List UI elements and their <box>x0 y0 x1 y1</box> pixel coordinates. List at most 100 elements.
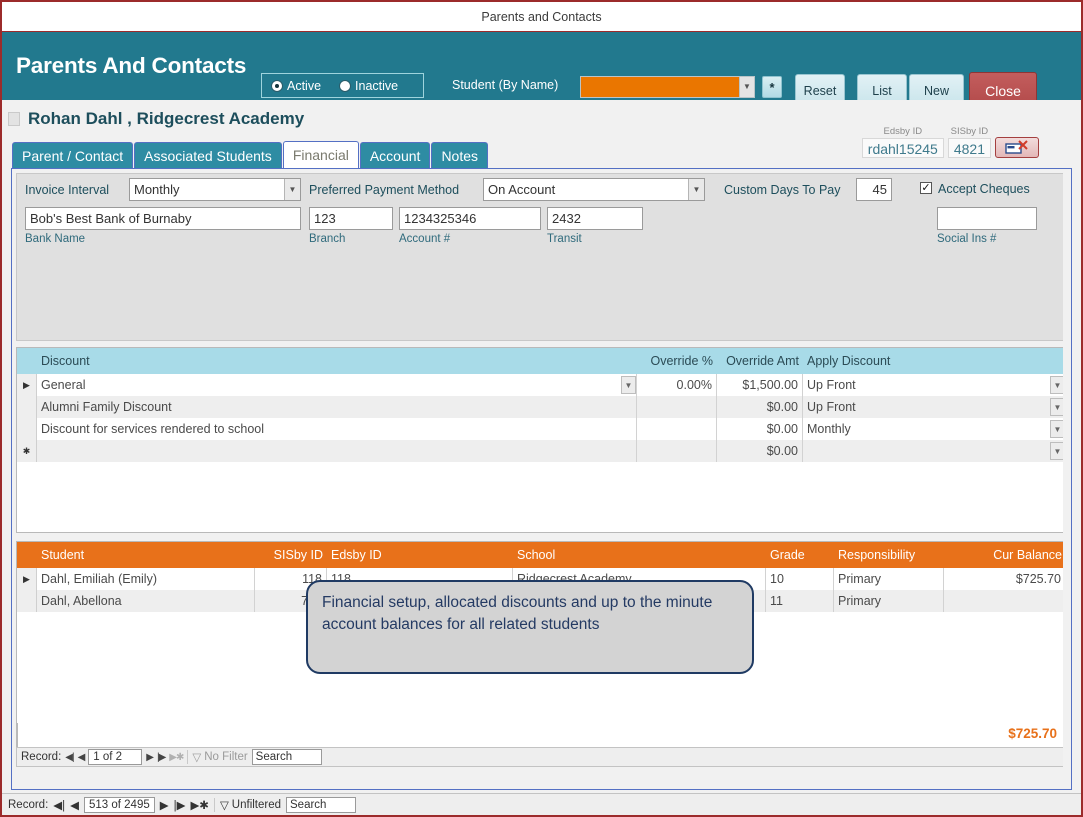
cell-discount[interactable]: General ▼ <box>37 374 637 396</box>
chevron-down-icon[interactable]: ▼ <box>621 376 636 394</box>
asterisk-button[interactable]: * <box>762 76 782 98</box>
tab-financial[interactable]: Financial <box>282 141 359 168</box>
cell-discount[interactable]: Discount for services rendered to school <box>37 418 637 440</box>
tab-parent-contact[interactable]: Parent / Contact <box>12 142 134 168</box>
cell-discount[interactable] <box>37 440 637 462</box>
cell-override-pct[interactable] <box>637 418 717 440</box>
new-record-icon[interactable]: ▶✱ <box>190 798 208 812</box>
custom-days-input[interactable]: 45 <box>856 178 892 201</box>
cell-apply-discount[interactable]: Up Front ▼ <box>803 374 1066 396</box>
cell-override-pct[interactable]: 0.00% <box>637 374 717 396</box>
chevron-down-icon[interactable]: ▼ <box>284 179 300 200</box>
cell-apply-discount[interactable]: Up Front ▼ <box>803 396 1066 418</box>
cell-override-amt[interactable]: $0.00 <box>717 440 803 462</box>
cell-apply-discount[interactable]: ▼ <box>803 440 1066 462</box>
cell-override-pct[interactable] <box>637 396 717 418</box>
col-sisby-id: SISby ID <box>273 548 323 562</box>
row-selector[interactable] <box>17 396 37 418</box>
inner-record-position[interactable]: 1 of 2 <box>88 749 143 765</box>
app-header: Parents And Contacts Find a Parent /Cont… <box>2 32 1081 128</box>
tab-associated-students[interactable]: Associated Students <box>134 142 282 168</box>
row-selector[interactable] <box>17 418 37 440</box>
table-row[interactable]: ▶ General ▼ 0.00% $1,500.00 Up Front ▼ <box>17 374 1066 396</box>
cell-override-amt[interactable]: $1,500.00 <box>717 374 803 396</box>
cell-discount[interactable]: Alumni Family Discount <box>37 396 637 418</box>
delete-record-button[interactable] <box>995 137 1039 158</box>
status-filter-status[interactable]: ▽ Unfiltered <box>220 798 281 812</box>
status-record-position[interactable]: 513 of 2495 <box>83 796 155 813</box>
account-number-input[interactable]: 1234325346 <box>399 207 541 230</box>
tab-notes[interactable]: Notes <box>431 142 489 168</box>
transit-label: Transit <box>547 233 582 245</box>
window-title: Parents and Contacts <box>481 9 602 24</box>
id-block: Edsby ID rdahl15245 SISby ID 4821 <box>861 126 1039 158</box>
chevron-down-icon[interactable]: ▼ <box>739 77 754 97</box>
tab-label: Associated Students <box>144 147 272 164</box>
invoice-interval-label: Invoice Interval <box>25 183 110 197</box>
first-record-icon[interactable]: ◀| <box>53 798 65 812</box>
subform-record-navigator: Record: ◀| ◀ 1 of 2 ▶ |▶ ▶✱ ▽ No Filter … <box>16 747 1067 767</box>
new-record-icon[interactable]: ▶✱ <box>169 752 184 763</box>
status-search-input[interactable]: Search <box>286 796 357 813</box>
table-row[interactable]: Alumni Family Discount $0.00 Up Front ▼ <box>17 396 1066 418</box>
row-selector[interactable]: ▶ <box>17 374 37 396</box>
cell-responsibility[interactable]: Primary <box>834 568 944 590</box>
radio-active[interactable]: Active <box>271 79 321 93</box>
cell-student[interactable]: Dahl, Abellona <box>37 590 255 612</box>
branch-input[interactable]: 123 <box>309 207 393 230</box>
radio-inactive-label: Inactive <box>355 78 399 93</box>
next-record-icon[interactable]: ▶ <box>146 752 154 763</box>
col-override-pct: Override % <box>650 354 713 368</box>
last-record-icon[interactable]: |▶ <box>157 752 166 763</box>
tab-account[interactable]: Account <box>359 142 431 168</box>
previous-record-icon[interactable]: ◀ <box>70 798 79 812</box>
radio-inactive[interactable]: Inactive <box>339 79 398 93</box>
cell-override-amt[interactable]: $0.00 <box>717 396 803 418</box>
row-selector[interactable]: ▶ <box>17 568 37 590</box>
cell-grade[interactable]: 11 <box>766 590 834 612</box>
accept-cheques-checkbox[interactable]: ✓ <box>920 182 932 194</box>
social-ins-input[interactable] <box>937 207 1037 230</box>
vertical-scrollbar[interactable] <box>1063 169 1071 789</box>
student-by-name-combo[interactable]: ▼ <box>580 76 755 98</box>
table-row-new[interactable]: ✱ $0.00 ▼ <box>17 440 1066 462</box>
record-indicator-box <box>8 112 20 126</box>
transit-input[interactable]: 2432 <box>547 207 643 230</box>
cell-cur-balance[interactable]: $725.70 <box>944 568 1066 590</box>
cell-discount-text: General <box>41 378 86 392</box>
cell-responsibility[interactable]: Primary <box>834 590 944 612</box>
previous-record-icon[interactable]: ◀ <box>78 752 86 763</box>
table-row[interactable]: Discount for services rendered to school… <box>17 418 1066 440</box>
edsby-id-value: rdahl15245 <box>861 138 944 158</box>
inner-search-input[interactable]: Search <box>251 749 322 765</box>
chevron-down-icon[interactable]: ▼ <box>688 179 704 200</box>
status-record-label: Record: <box>8 798 49 811</box>
new-row-selector[interactable]: ✱ <box>17 440 37 462</box>
bank-name-input[interactable]: Bob's Best Bank of Burnaby <box>25 207 301 230</box>
cell-apply-discount[interactable]: Monthly ▼ <box>803 418 1066 440</box>
app-brand-title: Parents And Contacts <box>16 53 247 78</box>
inner-filter-status[interactable]: ▽ No Filter <box>192 750 247 764</box>
tab-label: Account <box>369 147 421 164</box>
cell-student[interactable]: Dahl, Emiliah (Emily) <box>37 568 255 590</box>
cell-override-pct[interactable] <box>637 440 717 462</box>
cell-override-amt[interactable]: $0.00 <box>717 418 803 440</box>
divider <box>213 797 215 812</box>
row-selector[interactable] <box>17 590 37 612</box>
invoice-interval-combo[interactable]: Monthly ▼ <box>129 178 301 201</box>
sisby-id-group: SISby ID 4821 <box>947 126 991 158</box>
callout-tooltip: Financial setup, allocated discounts and… <box>306 580 754 674</box>
next-record-icon[interactable]: ▶ <box>160 798 169 812</box>
sisby-id-label: SISby ID <box>950 126 989 137</box>
col-discount: Discount <box>41 354 90 368</box>
radio-active-label: Active <box>287 78 322 93</box>
first-record-icon[interactable]: ◀| <box>65 752 74 763</box>
cell-apply-text: Up Front <box>807 400 856 414</box>
last-record-icon[interactable]: |▶ <box>174 798 186 812</box>
cell-grade[interactable]: 10 <box>766 568 834 590</box>
window-titlebar: Parents and Contacts <box>2 2 1081 32</box>
preferred-payment-combo[interactable]: On Account ▼ <box>483 178 705 201</box>
social-ins-label: Social Ins # <box>937 233 997 245</box>
filter-icon: ▽ <box>219 799 229 812</box>
cell-cur-balance[interactable] <box>944 590 1066 612</box>
